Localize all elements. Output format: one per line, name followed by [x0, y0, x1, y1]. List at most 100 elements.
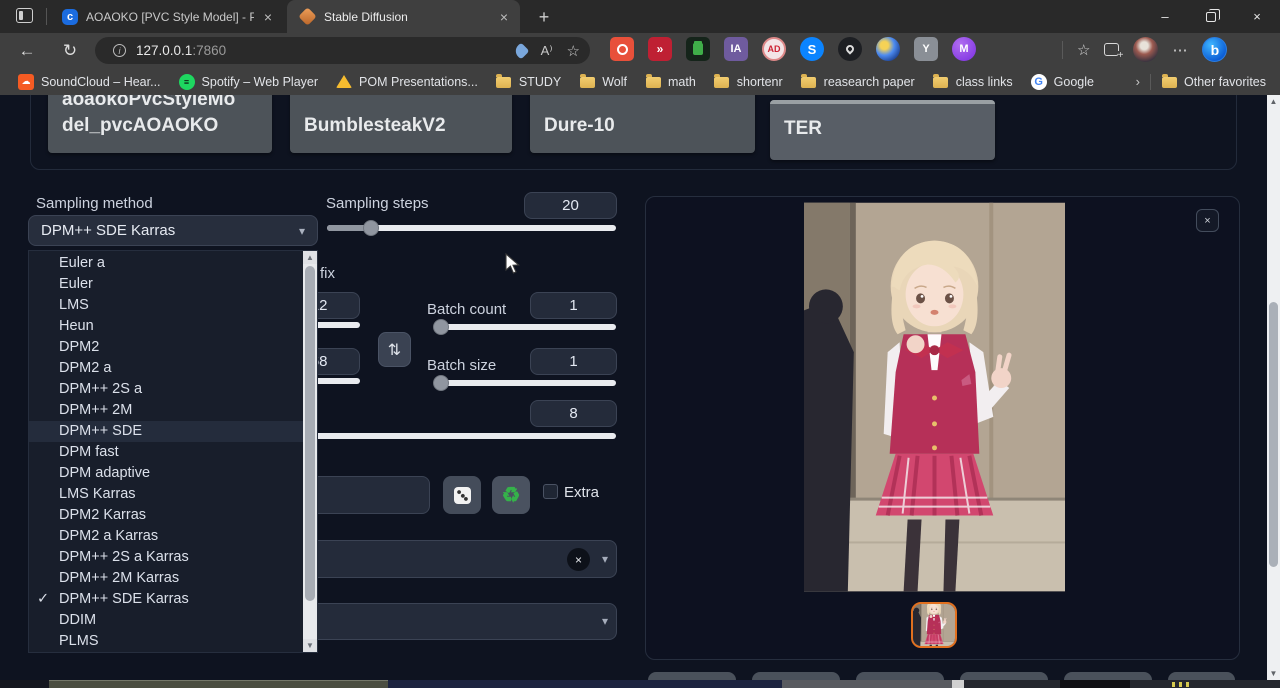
- favorites-list-icon[interactable]: ☆: [1077, 41, 1090, 59]
- sampler-option[interactable]: DDIM: [29, 610, 317, 631]
- sampling-method-select[interactable]: DPM++ SDE Karras ▾: [28, 215, 318, 246]
- sampler-option[interactable]: DPM++ 2M: [29, 400, 317, 421]
- add-favorite-icon[interactable]: ☆: [567, 42, 580, 60]
- sampler-option[interactable]: LMS: [29, 295, 317, 316]
- sampler-option[interactable]: DPM++ 2S a Karras: [29, 547, 317, 568]
- scrollbar-thumb[interactable]: [1269, 302, 1278, 567]
- dropdown-scrollbar[interactable]: ▲ ▼: [303, 251, 317, 652]
- refresh-icon[interactable]: ↻: [57, 38, 83, 64]
- sampler-option[interactable]: DPM adaptive: [29, 463, 317, 484]
- extra-checkbox[interactable]: [543, 484, 558, 499]
- tab-stable-diffusion[interactable]: Stable Diffusion ×: [287, 0, 520, 33]
- bookmark-item[interactable]: POM Presentations...: [336, 74, 478, 90]
- sampler-option[interactable]: Euler a: [29, 253, 317, 274]
- slider-handle[interactable]: [433, 375, 449, 391]
- gallery-button[interactable]: [856, 672, 944, 680]
- page-scrollbar[interactable]: ▲ ▼: [1267, 95, 1280, 680]
- gallery-button[interactable]: [1064, 672, 1152, 680]
- tab-civitai[interactable]: c AOAOKO [PVC Style Model] - PV ×: [50, 0, 284, 33]
- extension-icon[interactable]: AD: [762, 37, 786, 61]
- sampler-option[interactable]: PLMS: [29, 631, 317, 652]
- scroll-up-icon[interactable]: ▲: [303, 251, 317, 264]
- reuse-seed-button[interactable]: ♻: [492, 476, 530, 514]
- bookmark-item[interactable]: shortenr: [714, 74, 783, 90]
- extension-icon[interactable]: [610, 37, 634, 61]
- extension-icon[interactable]: [876, 37, 900, 61]
- site-info-icon[interactable]: i: [113, 44, 126, 57]
- bing-discover-icon[interactable]: b: [1202, 37, 1227, 62]
- tab-layout-icon[interactable]: [16, 8, 33, 23]
- sampling-steps-slider[interactable]: [327, 225, 616, 231]
- model-card-dure10[interactable]: Dure-10: [530, 95, 755, 153]
- sampler-option[interactable]: DPM fast: [29, 442, 317, 463]
- new-tab-button[interactable]: +: [531, 4, 557, 30]
- bookmark-item[interactable]: reasearch paper: [801, 74, 915, 90]
- model-card-ter[interactable]: TER: [770, 100, 995, 160]
- bookmark-item[interactable]: STUDY: [496, 74, 561, 90]
- clear-icon[interactable]: ×: [567, 548, 590, 571]
- read-aloud-icon[interactable]: A⁾: [541, 43, 553, 59]
- tab-close-icon[interactable]: ×: [498, 9, 510, 25]
- shopping-tag-icon[interactable]: [512, 42, 529, 59]
- scrollbar-thumb[interactable]: [305, 266, 315, 601]
- bookmarks-overflow-icon[interactable]: ›: [1136, 74, 1140, 89]
- extension-icon[interactable]: [686, 37, 710, 61]
- scroll-down-icon[interactable]: ▼: [303, 639, 317, 652]
- gallery-button[interactable]: [752, 672, 840, 680]
- slider-handle[interactable]: [433, 319, 449, 335]
- batch-count-input[interactable]: 1: [530, 292, 617, 319]
- bookmark-item[interactable]: class links: [933, 74, 1013, 90]
- gallery-button[interactable]: [1168, 672, 1235, 680]
- sampler-option[interactable]: DPM2 Karras: [29, 505, 317, 526]
- minimize-button[interactable]: –: [1142, 0, 1188, 33]
- bookmark-item[interactable]: math: [645, 74, 696, 90]
- extension-icon[interactable]: IA: [724, 37, 748, 61]
- profile-avatar[interactable]: [1133, 37, 1158, 62]
- swap-dimensions-button[interactable]: ⇅: [378, 332, 411, 367]
- other-favorites[interactable]: Other favorites: [1161, 74, 1266, 90]
- extension-icon[interactable]: M: [952, 37, 976, 61]
- restore-button[interactable]: [1188, 0, 1234, 33]
- sampler-option[interactable]: DPM++ 2M Karras: [29, 568, 317, 589]
- extension-icon[interactable]: »: [648, 37, 672, 61]
- bookmark-item[interactable]: G Google: [1031, 74, 1094, 90]
- gallery-button[interactable]: [648, 672, 736, 680]
- sampler-option[interactable]: DPM++ SDE: [29, 421, 317, 442]
- batch-size-slider[interactable]: [435, 380, 616, 386]
- sampler-option[interactable]: Euler: [29, 274, 317, 295]
- gallery-thumbnail[interactable]: [911, 602, 957, 648]
- extension-icon[interactable]: S: [800, 37, 824, 61]
- batch-size-input[interactable]: 1: [530, 348, 617, 375]
- bookmark-item[interactable]: ☁ SoundCloud – Hear...: [18, 74, 161, 90]
- sampling-steps-input[interactable]: 20: [524, 192, 617, 219]
- random-seed-button[interactable]: [443, 476, 481, 514]
- sampler-option[interactable]: DPM2 a: [29, 358, 317, 379]
- sampler-option[interactable]: LMS Karras: [29, 484, 317, 505]
- menu-icon[interactable]: ⋯: [1172, 41, 1188, 59]
- scroll-up-icon[interactable]: ▲: [1267, 95, 1280, 108]
- close-button[interactable]: ×: [1234, 0, 1280, 33]
- cfg-scale-input[interactable]: 8: [530, 400, 617, 427]
- batch-count-slider[interactable]: [435, 324, 616, 330]
- model-card-pvcaoaoko[interactable]: aoaokoPvcStyleMo del_pvcAOAOKO: [48, 95, 272, 153]
- tab-close-icon[interactable]: ×: [262, 9, 274, 25]
- address-bar[interactable]: i 127.0.0.1:7860 A⁾ ☆: [95, 37, 590, 64]
- collections-icon[interactable]: [1104, 43, 1119, 56]
- extension-icon[interactable]: [838, 37, 862, 61]
- scroll-down-icon[interactable]: ▼: [1267, 667, 1280, 680]
- bookmark-item[interactable]: ≡ Spotify – Web Player: [179, 74, 319, 90]
- browser-window: c AOAOKO [PVC Style Model] - PV × Stable…: [0, 0, 1280, 688]
- back-icon[interactable]: ←: [14, 38, 40, 64]
- sampler-option[interactable]: DPM++ 2S a: [29, 379, 317, 400]
- bookmark-item[interactable]: Wolf: [579, 74, 627, 90]
- slider-handle[interactable]: [363, 220, 379, 236]
- sampler-option[interactable]: DPM2: [29, 337, 317, 358]
- model-card-bumblesteak[interactable]: BumblesteakV2: [290, 95, 512, 153]
- extension-icon[interactable]: Y: [914, 37, 938, 61]
- sampler-option[interactable]: Heun: [29, 316, 317, 337]
- generated-image[interactable]: [804, 202, 1065, 592]
- gallery-button[interactable]: [960, 672, 1048, 680]
- sampler-option[interactable]: DPM2 a Karras: [29, 526, 317, 547]
- close-image-icon[interactable]: ×: [1196, 209, 1219, 232]
- sampler-option[interactable]: ✓DPM++ SDE Karras: [29, 589, 317, 610]
